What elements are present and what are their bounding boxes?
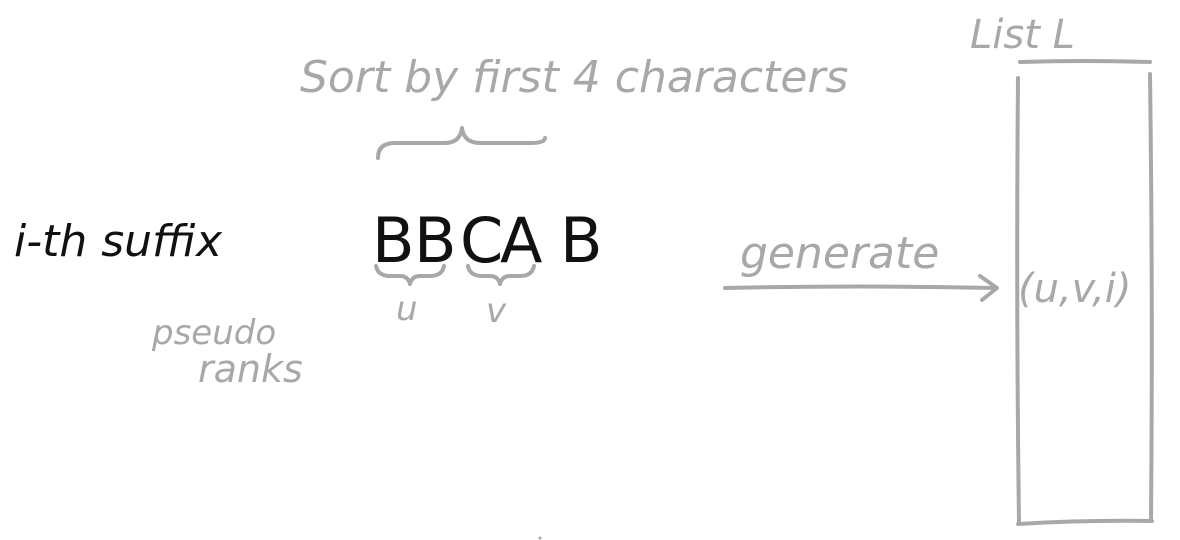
generate-label: generate — [740, 228, 939, 279]
suffix-string: B B C A B — [372, 204, 603, 277]
string-letter: B — [560, 204, 603, 277]
string-letter: A — [500, 204, 542, 277]
suffix-label: i-th suffix — [14, 216, 223, 267]
sort-caption: Sort by first 4 characters — [300, 52, 848, 103]
suffix-sorting-diagram: List L Sort by first 4 characters i-th s… — [0, 0, 1180, 540]
generate-arrow — [723, 274, 999, 302]
list-box-bottom — [1016, 518, 1154, 526]
ranks-label: ranks — [198, 347, 303, 391]
string-letter: B — [372, 204, 415, 277]
pair-first-label: u — [396, 289, 418, 329]
stray-dot — [538, 536, 542, 540]
string-letter: B — [414, 204, 457, 277]
sort-brace — [376, 126, 547, 160]
diagram-svg: List L Sort by first 4 characters i-th s… — [14, 12, 1154, 540]
tuple-entry: (u,v,i) — [1018, 266, 1132, 312]
pair-second-label: v — [486, 291, 507, 331]
list-box-top — [1018, 59, 1152, 64]
generate-arrow-shaft — [723, 284, 997, 290]
list-box-right — [1148, 72, 1154, 522]
list-title: List L — [970, 12, 1075, 58]
